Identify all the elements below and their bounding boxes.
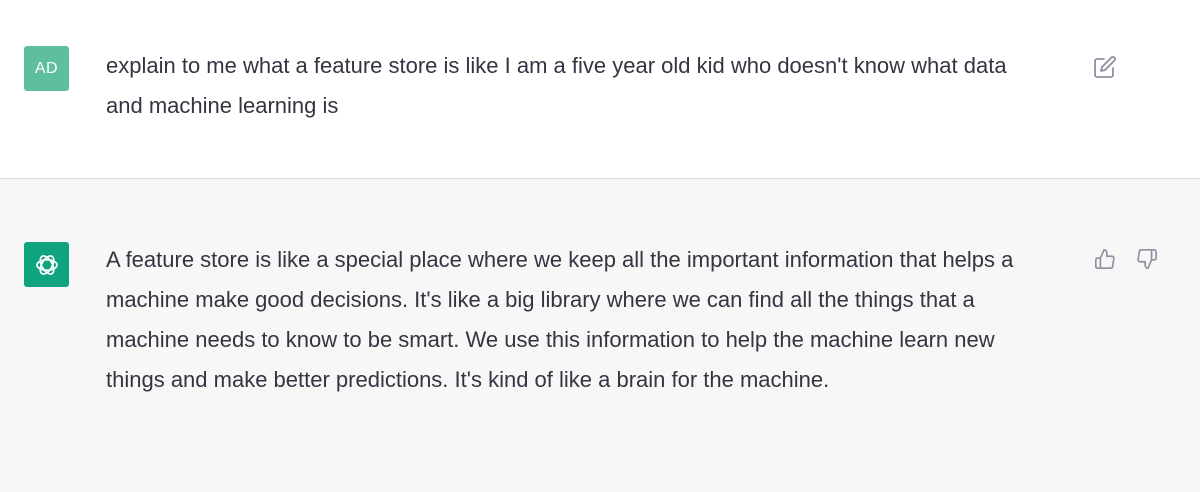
- thumbs-up-button[interactable]: [1091, 245, 1119, 273]
- chat-page: AD explain to me what a feature store is…: [0, 0, 1200, 492]
- thumbs-up-icon: [1095, 249, 1115, 269]
- thumbs-down-button[interactable]: [1133, 245, 1161, 273]
- openai-logo-icon: [35, 254, 58, 275]
- assistant-message-row: A feature store is like a special place …: [0, 179, 1200, 492]
- user-avatar-initials: AD: [34, 59, 59, 77]
- edit-button[interactable]: [1091, 53, 1119, 81]
- thumbs-down-icon: [1137, 249, 1157, 269]
- user-avatar: AD: [24, 46, 69, 91]
- user-message-text: explain to me what a feature store is li…: [106, 53, 1007, 118]
- assistant-avatar: [24, 242, 69, 287]
- assistant-message-text: A feature store is like a special place …: [106, 247, 1014, 392]
- edit-icon: [1094, 56, 1116, 78]
- user-message-row: AD explain to me what a feature store is…: [0, 0, 1200, 179]
